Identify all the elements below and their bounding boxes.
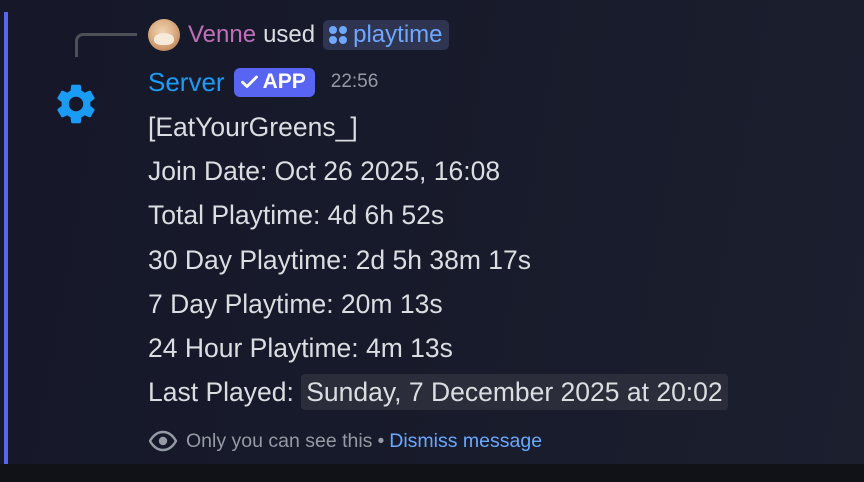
app-badge-label: APP <box>262 70 306 93</box>
highlight-bar <box>4 12 8 464</box>
reply-user-avatar[interactable] <box>148 19 180 51</box>
last-played-label: Last Played: <box>148 377 294 408</box>
message: Venne used playtime Server APP 22:56 [Ea… <box>0 0 864 464</box>
24-hour-playtime-line: 24 Hour Playtime: 4m 13s <box>148 332 453 363</box>
bot-username[interactable]: Server <box>148 67 225 98</box>
ephemeral-text: Only you can see this <box>186 429 373 452</box>
message-timestamp[interactable]: 22:56 <box>331 71 379 93</box>
player-name-line: [EatYourGreens_] <box>148 112 358 142</box>
30-day-playtime-line: 30 Day Playtime: 2d 5h 38m 17s <box>148 244 531 275</box>
7-day-playtime-line: 7 Day Playtime: 20m 13s <box>148 288 443 319</box>
command-icon <box>329 26 348 44</box>
total-playtime-line: Total Playtime: 4d 6h 52s <box>148 200 445 231</box>
command-reply-context[interactable]: Venne used playtime <box>148 17 449 53</box>
ephemeral-separator: • <box>377 429 385 452</box>
command-name: playtime <box>353 21 443 48</box>
reply-used-text: used <box>263 21 316 48</box>
message-content: [EatYourGreens_] Join Date: Oct 26 2025,… <box>148 105 728 414</box>
last-played-timestamp[interactable]: Sunday, 7 December 2025 at 20:02 <box>301 374 728 411</box>
eye-icon <box>148 430 178 452</box>
reply-username[interactable]: Venne <box>188 21 256 49</box>
message-header: Server APP 22:56 <box>148 64 378 100</box>
last-played-line: Last Played: Sunday, 7 December 2025 at … <box>148 370 728 414</box>
gear-icon[interactable] <box>52 80 100 128</box>
reply-spine <box>75 33 137 57</box>
ephemeral-notice: Only you can see this • Dismiss message <box>148 426 542 456</box>
dismiss-message-link[interactable]: Dismiss message <box>389 430 542 453</box>
checkmark-icon <box>240 75 258 88</box>
app-badge: APP <box>233 67 315 97</box>
join-date-line: Join Date: Oct 26 2025, 16:08 <box>148 156 501 187</box>
command-pill[interactable]: playtime <box>323 20 449 50</box>
